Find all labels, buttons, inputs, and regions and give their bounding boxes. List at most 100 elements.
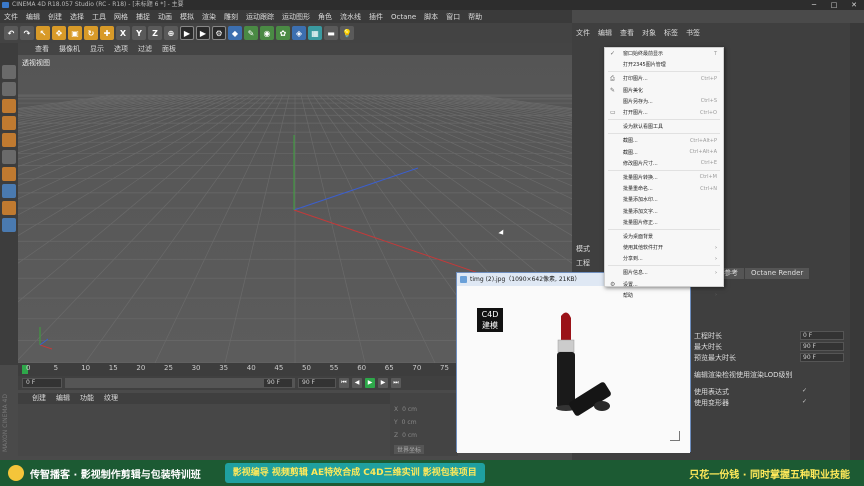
prev-key-icon[interactable]: ◀ [352, 378, 362, 388]
axis-mode-icon[interactable] [2, 150, 16, 164]
timeline-ruler[interactable]: 0 5 10 15 20 25 30 35 40 45 50 55 60 65 70 75 [18, 363, 458, 376]
coord-mode-select[interactable]: 世界坐标 [394, 445, 425, 454]
attribute-value[interactable]: 0 F [800, 331, 844, 340]
attribute-value[interactable]: ✓ [800, 398, 844, 407]
next-key-icon[interactable]: ▶ [378, 378, 388, 388]
menu-item[interactable]: 流水线 [336, 12, 365, 22]
menu-item[interactable]: 编辑 [22, 12, 44, 22]
material-menu-create[interactable]: 创建 [28, 393, 50, 404]
context-menu-item[interactable]: ✎ 图片美化 [605, 85, 723, 96]
context-menu-item[interactable]: 图片另存为... Ctrl+S [605, 96, 723, 107]
render-picture-icon[interactable]: ▶ [196, 26, 210, 40]
menu-item[interactable]: 渲染 [198, 12, 220, 22]
scene-icon[interactable]: ▦ [308, 26, 322, 40]
context-menu-item[interactable]: ⎙ 打印图片... Ctrl+P [605, 73, 723, 84]
menu-item[interactable]: 文件 [0, 12, 22, 22]
menu-item[interactable]: 捕捉 [132, 12, 154, 22]
scale-icon[interactable]: ▣ [68, 26, 82, 40]
viewport-menu-camera[interactable]: 摄像机 [54, 44, 85, 54]
context-menu-item[interactable]: 批量重命名... Ctrl+N [605, 183, 723, 194]
points-mode-icon[interactable] [2, 99, 16, 113]
mode-label[interactable]: 模式 [576, 244, 590, 254]
subdivision-icon[interactable]: ◉ [260, 26, 274, 40]
om-menu-object[interactable]: 对象 [638, 28, 660, 40]
context-menu-item[interactable]: 分享到... › [605, 253, 723, 264]
snap-icon[interactable] [2, 184, 16, 198]
menu-item[interactable]: 窗口 [442, 12, 464, 22]
context-menu-item[interactable]: ▭ 打开图片... Ctrl+O [605, 107, 723, 118]
play-icon[interactable]: ▶ [365, 378, 375, 388]
context-menu-item[interactable]: 批量添加文字... [605, 205, 723, 216]
menu-item[interactable]: 动画 [154, 12, 176, 22]
om-menu-view[interactable]: 查看 [616, 28, 638, 40]
om-menu-edit[interactable]: 编辑 [594, 28, 616, 40]
magnet-icon[interactable] [2, 167, 16, 181]
render-settings-icon[interactable]: ⚙ [212, 26, 226, 40]
context-menu-item[interactable]: 截图... Ctrl+Alt+A [605, 147, 723, 158]
axis-y-button[interactable]: Y [132, 26, 146, 40]
coord-y-field[interactable]: 0 cm [402, 419, 417, 426]
material-menu-texture[interactable]: 纹理 [100, 393, 122, 404]
minimize-button[interactable]: ─ [804, 0, 824, 10]
context-menu-item[interactable]: 打开2345图片管理 [605, 59, 723, 70]
menu-item[interactable]: 插件 [365, 12, 387, 22]
start-frame-field[interactable]: 0 F [22, 378, 62, 388]
range-end-field[interactable]: 90 F [263, 378, 293, 388]
menu-item[interactable]: 网格 [110, 12, 132, 22]
om-menu-bookmarks[interactable]: 书签 [682, 28, 704, 40]
array-icon[interactable]: ✿ [276, 26, 290, 40]
menu-item[interactable]: 工具 [88, 12, 110, 22]
context-menu-item[interactable]: 批量图片修正... [605, 217, 723, 228]
move-icon[interactable]: ✥ [52, 26, 66, 40]
menu-item[interactable]: 模拟 [176, 12, 198, 22]
redo-icon[interactable]: ↷ [20, 26, 34, 40]
axis-x-button[interactable]: X [116, 26, 130, 40]
viewport-menu-filter[interactable]: 过滤 [133, 44, 157, 54]
end-frame-field[interactable]: 90 F [298, 378, 336, 388]
coord-z-field[interactable]: 0 cm [402, 432, 417, 439]
axis-z-button[interactable]: Z [148, 26, 162, 40]
world-axis-icon[interactable]: ⊕ [164, 26, 178, 40]
deformer-icon[interactable]: ◈ [292, 26, 306, 40]
camera-icon[interactable]: ▬ [324, 26, 338, 40]
viewport-menu-view[interactable]: 查看 [30, 44, 54, 54]
om-menu-file[interactable]: 文件 [572, 28, 594, 40]
grid-icon[interactable] [2, 218, 16, 232]
menu-item[interactable]: 运动图形 [278, 12, 314, 22]
menu-item[interactable]: 脚本 [420, 12, 442, 22]
viewport-menu-display[interactable]: 显示 [85, 44, 109, 54]
om-menu-tags[interactable]: 标签 [660, 28, 682, 40]
context-menu-item[interactable]: ⚙ 设置... [605, 279, 723, 290]
context-menu-item[interactable]: 图片信息... › [605, 267, 723, 278]
coord-x-field[interactable]: 0 cm [402, 406, 417, 413]
edges-mode-icon[interactable] [2, 116, 16, 130]
context-menu-item[interactable]: 批量添加水印... [605, 194, 723, 205]
project-label[interactable]: 工程 [576, 258, 590, 268]
tab-octane-render[interactable]: Octane Render [745, 268, 810, 279]
menu-item[interactable]: 选择 [66, 12, 88, 22]
material-menu-function[interactable]: 功能 [76, 393, 98, 404]
context-menu-item[interactable]: 设为默认看图工具 [605, 121, 723, 132]
range-slider[interactable]: 90 F [65, 378, 295, 388]
menu-item[interactable]: 角色 [314, 12, 336, 22]
render-view-icon[interactable]: ▶ [180, 26, 194, 40]
menu-item[interactable]: Octane [387, 13, 420, 21]
attribute-value[interactable]: ✓ [800, 387, 844, 396]
menu-item[interactable]: 帮助 [464, 12, 486, 22]
polygons-mode-icon[interactable] [2, 133, 16, 147]
material-menu-edit[interactable]: 编辑 [52, 393, 74, 404]
rotate-icon[interactable]: ↻ [84, 26, 98, 40]
pen-icon[interactable]: ✎ [244, 26, 258, 40]
image-content[interactable]: C4D 建模 [457, 286, 690, 453]
goto-start-icon[interactable]: ⏮ [339, 378, 349, 388]
menu-item[interactable]: 创建 [44, 12, 66, 22]
context-menu-item[interactable]: 帮助 › [605, 290, 723, 301]
model-mode-icon[interactable] [2, 65, 16, 79]
context-menu-item[interactable]: 截图... Ctrl+Alt+P [605, 135, 723, 146]
context-menu-item[interactable]: 使用其他软件打开 › [605, 242, 723, 253]
goto-end-icon[interactable]: ⏭ [391, 378, 401, 388]
maximize-button[interactable]: □ [824, 0, 844, 10]
cube-icon[interactable]: ◆ [228, 26, 242, 40]
material-manager[interactable] [18, 404, 390, 456]
viewport-menu-options[interactable]: 选项 [109, 44, 133, 54]
